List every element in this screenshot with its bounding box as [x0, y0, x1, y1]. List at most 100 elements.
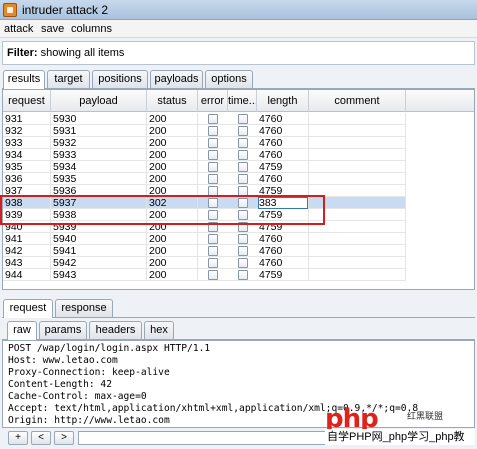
cell-status: 200 — [147, 233, 198, 245]
cell-payload: 5932 — [51, 137, 147, 149]
table-row[interactable]: 942 5941 200 4760 — [3, 245, 406, 257]
raw-line: Content-Length: 42 — [8, 379, 112, 390]
timeout-checkbox — [238, 270, 248, 280]
error-checkbox — [208, 114, 218, 124]
cell-comment — [309, 269, 406, 281]
col-header-comment[interactable]: comment — [309, 90, 406, 112]
previous-button[interactable]: < — [31, 431, 51, 445]
cell-status: 200 — [147, 245, 198, 257]
cell-payload: 5934 — [51, 161, 147, 173]
table-row[interactable]: 932 5931 200 4760 — [3, 125, 406, 137]
title-bar: intruder attack 2 — [0, 0, 477, 20]
cell-payload: 5943 — [51, 269, 147, 281]
col-header-error[interactable]: error — [198, 90, 228, 112]
watermark-side-text: 红黑联盟 — [407, 411, 444, 421]
tab-response[interactable]: response — [55, 299, 113, 317]
tab-options[interactable]: options — [205, 70, 253, 88]
cell-status: 200 — [147, 149, 198, 161]
cell-length: 4760 — [257, 245, 309, 257]
tab-raw[interactable]: raw — [7, 321, 37, 340]
cell-request: 932 — [3, 125, 51, 137]
timeout-checkbox — [238, 150, 248, 160]
cell-comment — [309, 233, 406, 245]
filter-text: Filter: showing all items — [7, 47, 124, 59]
tab-results[interactable]: results — [3, 70, 45, 89]
cell-comment — [309, 257, 406, 269]
next-button[interactable]: > — [54, 431, 74, 445]
timeout-checkbox — [238, 246, 248, 256]
timeout-checkbox — [238, 258, 248, 268]
cell-length: 4760 — [257, 233, 309, 245]
cell-payload: 5933 — [51, 149, 147, 161]
cell-length: 4759 — [257, 161, 309, 173]
table-row[interactable]: 935 5934 200 4759 — [3, 161, 406, 173]
cell-status: 200 — [147, 113, 198, 125]
cell-request: 933 — [3, 137, 51, 149]
table-row[interactable]: 931 5930 200 4760 — [3, 113, 406, 125]
cell-payload: 5942 — [51, 257, 147, 269]
cell-status: 200 — [147, 173, 198, 185]
cell-request: 944 — [3, 269, 51, 281]
menu-columns[interactable]: columns — [71, 23, 112, 35]
error-checkbox — [208, 258, 218, 268]
detail-tab-baseline — [2, 317, 475, 318]
table-row[interactable]: 941 5940 200 4760 — [3, 233, 406, 245]
cell-length: 4760 — [257, 149, 309, 161]
cell-status: 200 — [147, 269, 198, 281]
tab-payloads[interactable]: payloads — [150, 70, 203, 88]
error-checkbox — [208, 138, 218, 148]
cell-comment — [309, 137, 406, 149]
table-header: request payload status error time... len… — [3, 90, 474, 112]
cell-request: 936 — [3, 173, 51, 185]
add-button[interactable]: + — [8, 431, 28, 445]
search-input[interactable] — [78, 431, 328, 445]
cell-payload: 5935 — [51, 173, 147, 185]
tab-target[interactable]: target — [47, 70, 90, 88]
cell-length: 4760 — [257, 137, 309, 149]
tab-positions[interactable]: positions — [92, 70, 148, 88]
table-row[interactable]: 944 5943 200 4759 — [3, 269, 406, 281]
col-header-status[interactable]: status — [147, 90, 198, 112]
cell-request: 931 — [3, 113, 51, 125]
col-header-timeout[interactable]: time... — [228, 90, 257, 112]
table-row[interactable]: 933 5932 200 4760 — [3, 137, 406, 149]
cell-payload: 5930 — [51, 113, 147, 125]
timeout-checkbox — [238, 114, 248, 124]
tab-request[interactable]: request — [3, 299, 53, 318]
table-row[interactable]: 936 5935 200 4760 — [3, 173, 406, 185]
filter-bar[interactable]: Filter: showing all items — [2, 41, 475, 65]
burp-app-icon — [3, 3, 17, 17]
cell-payload: 5940 — [51, 233, 147, 245]
table-row[interactable]: 934 5933 200 4760 — [3, 149, 406, 161]
cell-length: 4760 — [257, 257, 309, 269]
cell-length: 4759 — [257, 269, 309, 281]
raw-line: Host: www.letao.com — [8, 355, 118, 366]
menu-save[interactable]: save — [41, 23, 64, 35]
cell-length: 4760 — [257, 125, 309, 137]
error-checkbox — [208, 150, 218, 160]
col-header-payload[interactable]: payload — [51, 90, 147, 112]
tab-headers[interactable]: headers — [89, 321, 142, 339]
error-checkbox — [208, 270, 218, 280]
tab-params[interactable]: params — [39, 321, 87, 339]
col-header-length[interactable]: length — [257, 90, 309, 112]
table-empty-area — [406, 113, 474, 289]
intruder-window: intruder attack 2 attack save columns Fi… — [0, 0, 477, 449]
cell-length: 4760 — [257, 113, 309, 125]
tab-hex[interactable]: hex — [144, 321, 174, 339]
site-watermark: php 红黑联盟 自学PHP网_php学习_php教 — [325, 406, 475, 447]
menu-attack[interactable]: attack — [4, 23, 33, 35]
menu-bar: attack save columns — [0, 20, 477, 38]
raw-line: Cache-Control: max-age=0 — [8, 391, 147, 402]
timeout-checkbox — [238, 174, 248, 184]
table-row[interactable]: 943 5942 200 4760 — [3, 257, 406, 269]
error-checkbox — [208, 126, 218, 136]
cell-request: 942 — [3, 245, 51, 257]
timeout-checkbox — [238, 234, 248, 244]
window-title: intruder attack 2 — [22, 3, 109, 17]
cell-length: 4760 — [257, 173, 309, 185]
col-header-request[interactable]: request — [3, 90, 51, 112]
error-checkbox — [208, 162, 218, 172]
cell-status: 200 — [147, 257, 198, 269]
cell-request: 941 — [3, 233, 51, 245]
